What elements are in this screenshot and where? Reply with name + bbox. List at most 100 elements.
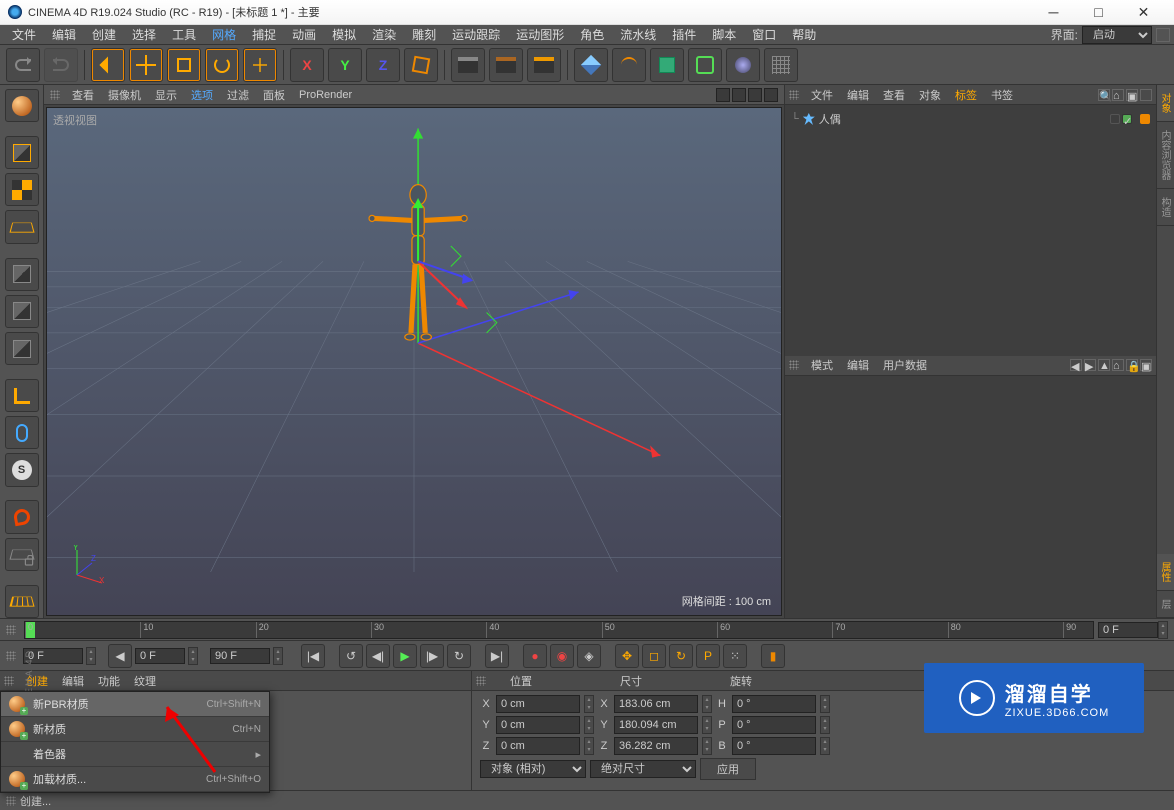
vp-menu-item-摄像机[interactable]: 摄像机 — [102, 85, 147, 105]
edge-mode-button[interactable] — [5, 295, 39, 328]
grip-icon[interactable] — [6, 651, 16, 661]
x-axis-toggle[interactable]: X — [290, 48, 324, 82]
menu-item-捕捉[interactable]: 捕捉 — [244, 24, 284, 45]
expand-icon[interactable]: ▣ — [1126, 89, 1138, 101]
render-settings-button[interactable] — [527, 48, 561, 82]
vp-menu-item-面板[interactable]: 面板 — [257, 85, 291, 105]
rot-b-field[interactable] — [732, 737, 816, 755]
generator-button[interactable] — [650, 48, 684, 82]
select-tool[interactable] — [91, 48, 125, 82]
workplane-button[interactable] — [5, 210, 39, 243]
obj-menu-item-文件[interactable]: 文件 — [805, 85, 839, 105]
menu-item-网格[interactable]: 网格 — [204, 24, 244, 45]
poly-mode-button[interactable] — [5, 332, 39, 365]
attr-menu-item-模式[interactable]: 模式 — [805, 355, 839, 375]
key-scale-button[interactable]: ◻ — [642, 644, 666, 668]
menu-item-工具[interactable]: 工具 — [164, 24, 204, 45]
undo-button[interactable] — [6, 48, 40, 82]
menu-item-动画[interactable]: 动画 — [284, 24, 324, 45]
camera-light-button[interactable] — [764, 48, 798, 82]
render-pv-button[interactable] — [489, 48, 523, 82]
attribute-panel[interactable] — [785, 376, 1156, 619]
menu-item-模拟[interactable]: 模拟 — [324, 24, 364, 45]
live-select-button[interactable] — [5, 89, 39, 122]
spinner[interactable] — [86, 647, 96, 665]
pos-y-field[interactable] — [496, 716, 580, 734]
key-rotate-button[interactable]: ↻ — [669, 644, 693, 668]
axis-l-button[interactable] — [5, 379, 39, 412]
tab-attributes[interactable]: 属性 — [1157, 554, 1174, 591]
key-move-button[interactable]: ✥ — [615, 644, 639, 668]
menu-item-窗口[interactable]: 窗口 — [744, 24, 784, 45]
spinner[interactable] — [820, 716, 830, 734]
tab-content-browser[interactable]: 内容浏览器 — [1157, 122, 1174, 189]
apply-button[interactable]: 应用 — [700, 758, 756, 780]
goto-end-button[interactable]: ▶| — [485, 644, 509, 668]
move-tool[interactable] — [129, 48, 163, 82]
menu-item-雕刻[interactable]: 雕刻 — [404, 24, 444, 45]
grip-icon[interactable] — [789, 90, 799, 100]
spinner[interactable] — [702, 737, 712, 755]
obj-menu-item-对象[interactable]: 对象 — [913, 85, 947, 105]
minimize-button[interactable]: ─ — [1031, 0, 1076, 25]
menu-item-角色[interactable]: 角色 — [572, 24, 612, 45]
vp-menu-item-过滤[interactable]: 过滤 — [221, 85, 255, 105]
attr-menu-item-用户数据[interactable]: 用户数据 — [877, 355, 933, 375]
nav-up-icon[interactable]: ▲ — [1098, 359, 1110, 371]
next-key-button[interactable]: |▶ — [420, 644, 444, 668]
autokey-button[interactable]: ◉ — [550, 644, 574, 668]
obj-menu-item-书签[interactable]: 书签 — [985, 85, 1019, 105]
frame-range-field[interactable] — [1098, 622, 1158, 638]
primitive-cube-button[interactable] — [574, 48, 608, 82]
coord-system-button[interactable] — [404, 48, 438, 82]
vp-menu-item-选项[interactable]: 选项 — [185, 85, 219, 105]
spinner[interactable] — [584, 716, 594, 734]
snap-button[interactable]: S — [5, 453, 39, 486]
key-param-button[interactable]: P — [696, 644, 720, 668]
nav-fwd-icon[interactable]: ▶ — [1084, 359, 1096, 371]
spinner[interactable] — [584, 695, 594, 713]
context-item-新材质[interactable]: 新材质Ctrl+N — [1, 717, 269, 742]
lock-icon[interactable]: 🔒 — [1126, 359, 1138, 371]
attr-menu-item-编辑[interactable]: 编辑 — [841, 355, 875, 375]
y-axis-toggle[interactable]: Y — [328, 48, 362, 82]
mat-menu-item-编辑[interactable]: 编辑 — [56, 671, 90, 691]
tag-layer-icon[interactable] — [1110, 114, 1120, 124]
spinner[interactable] — [820, 737, 830, 755]
perspective-viewport[interactable]: 透视视图 — [46, 107, 782, 616]
menu-item-运动跟踪[interactable]: 运动跟踪 — [444, 24, 508, 45]
reverse-button[interactable]: ↺ — [339, 644, 363, 668]
scale-tool[interactable] — [167, 48, 201, 82]
max-icon[interactable]: ▣ — [1140, 359, 1152, 371]
size-x-field[interactable] — [614, 695, 698, 713]
environment-button[interactable] — [726, 48, 760, 82]
vp-menu-item-查看[interactable]: 查看 — [66, 85, 100, 105]
maximize-button[interactable]: □ — [1076, 0, 1121, 25]
menu-item-创建[interactable]: 创建 — [84, 24, 124, 45]
mat-menu-item-纹理[interactable]: 纹理 — [128, 671, 162, 691]
menu-item-渲染[interactable]: 渲染 — [364, 24, 404, 45]
forward-button[interactable]: ↻ — [447, 644, 471, 668]
obj-menu-item-标签[interactable]: 标签 — [949, 85, 983, 105]
spinner[interactable] — [584, 737, 594, 755]
tab-objects[interactable]: 对象 — [1157, 85, 1174, 122]
vp-menu-item-ProRender[interactable]: ProRender — [293, 87, 358, 103]
nav-back-icon[interactable]: ◀ — [1070, 359, 1082, 371]
rot-h-field[interactable] — [732, 695, 816, 713]
spinner[interactable] — [273, 647, 283, 665]
grip-icon[interactable] — [50, 90, 60, 100]
grip-icon[interactable] — [6, 796, 16, 806]
layout-save-icon[interactable] — [1156, 28, 1170, 42]
tab-structure[interactable]: 构造 — [1157, 189, 1174, 226]
menu-item-插件[interactable]: 插件 — [664, 24, 704, 45]
spinner[interactable] — [820, 695, 830, 713]
rot-p-field[interactable] — [732, 716, 816, 734]
cur-frame-back[interactable]: ◀ — [108, 644, 132, 668]
search-icon[interactable]: 🔍 — [1098, 89, 1110, 101]
menu-item-编辑[interactable]: 编辑 — [44, 24, 84, 45]
tweak-button[interactable] — [5, 416, 39, 449]
nav-home-icon[interactable]: ⌂ — [1112, 359, 1124, 371]
tag-vis-icon[interactable]: ✓ — [1122, 114, 1132, 124]
texture-mode-button[interactable] — [5, 173, 39, 206]
spinner[interactable] — [702, 716, 712, 734]
